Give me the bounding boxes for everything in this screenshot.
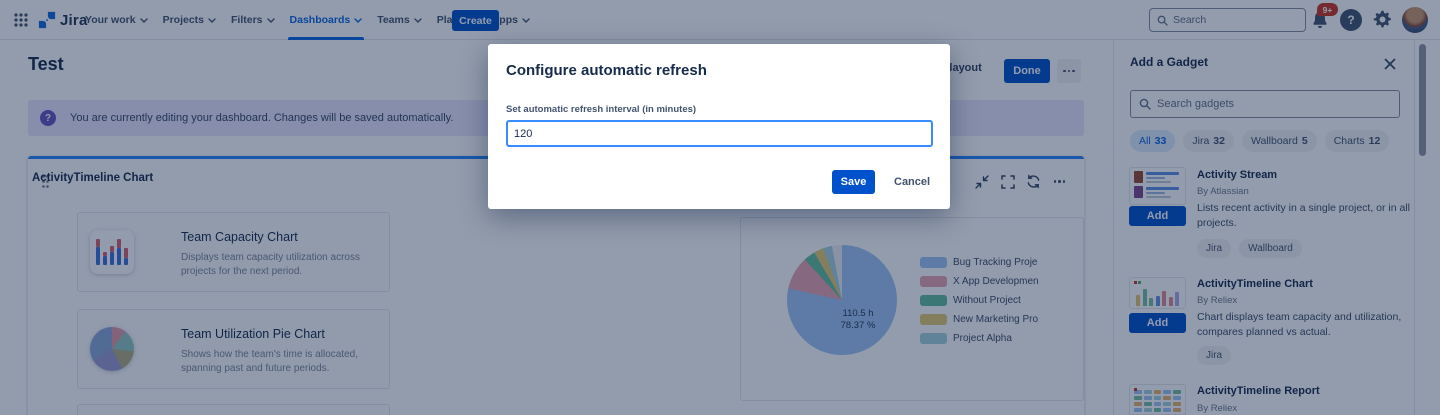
refresh-interval-input[interactable]	[506, 120, 933, 147]
refresh-interval-label: Set automatic refresh interval (in minut…	[506, 104, 696, 115]
cancel-button[interactable]: Cancel	[884, 170, 940, 194]
save-button[interactable]: Save	[832, 170, 875, 194]
configure-refresh-modal: Configure automatic refresh Set automati…	[488, 44, 950, 209]
jira-dashboard-page: Jira Your work Projects Filters Dashboar…	[0, 0, 1440, 415]
modal-title: Configure automatic refresh	[506, 62, 707, 79]
